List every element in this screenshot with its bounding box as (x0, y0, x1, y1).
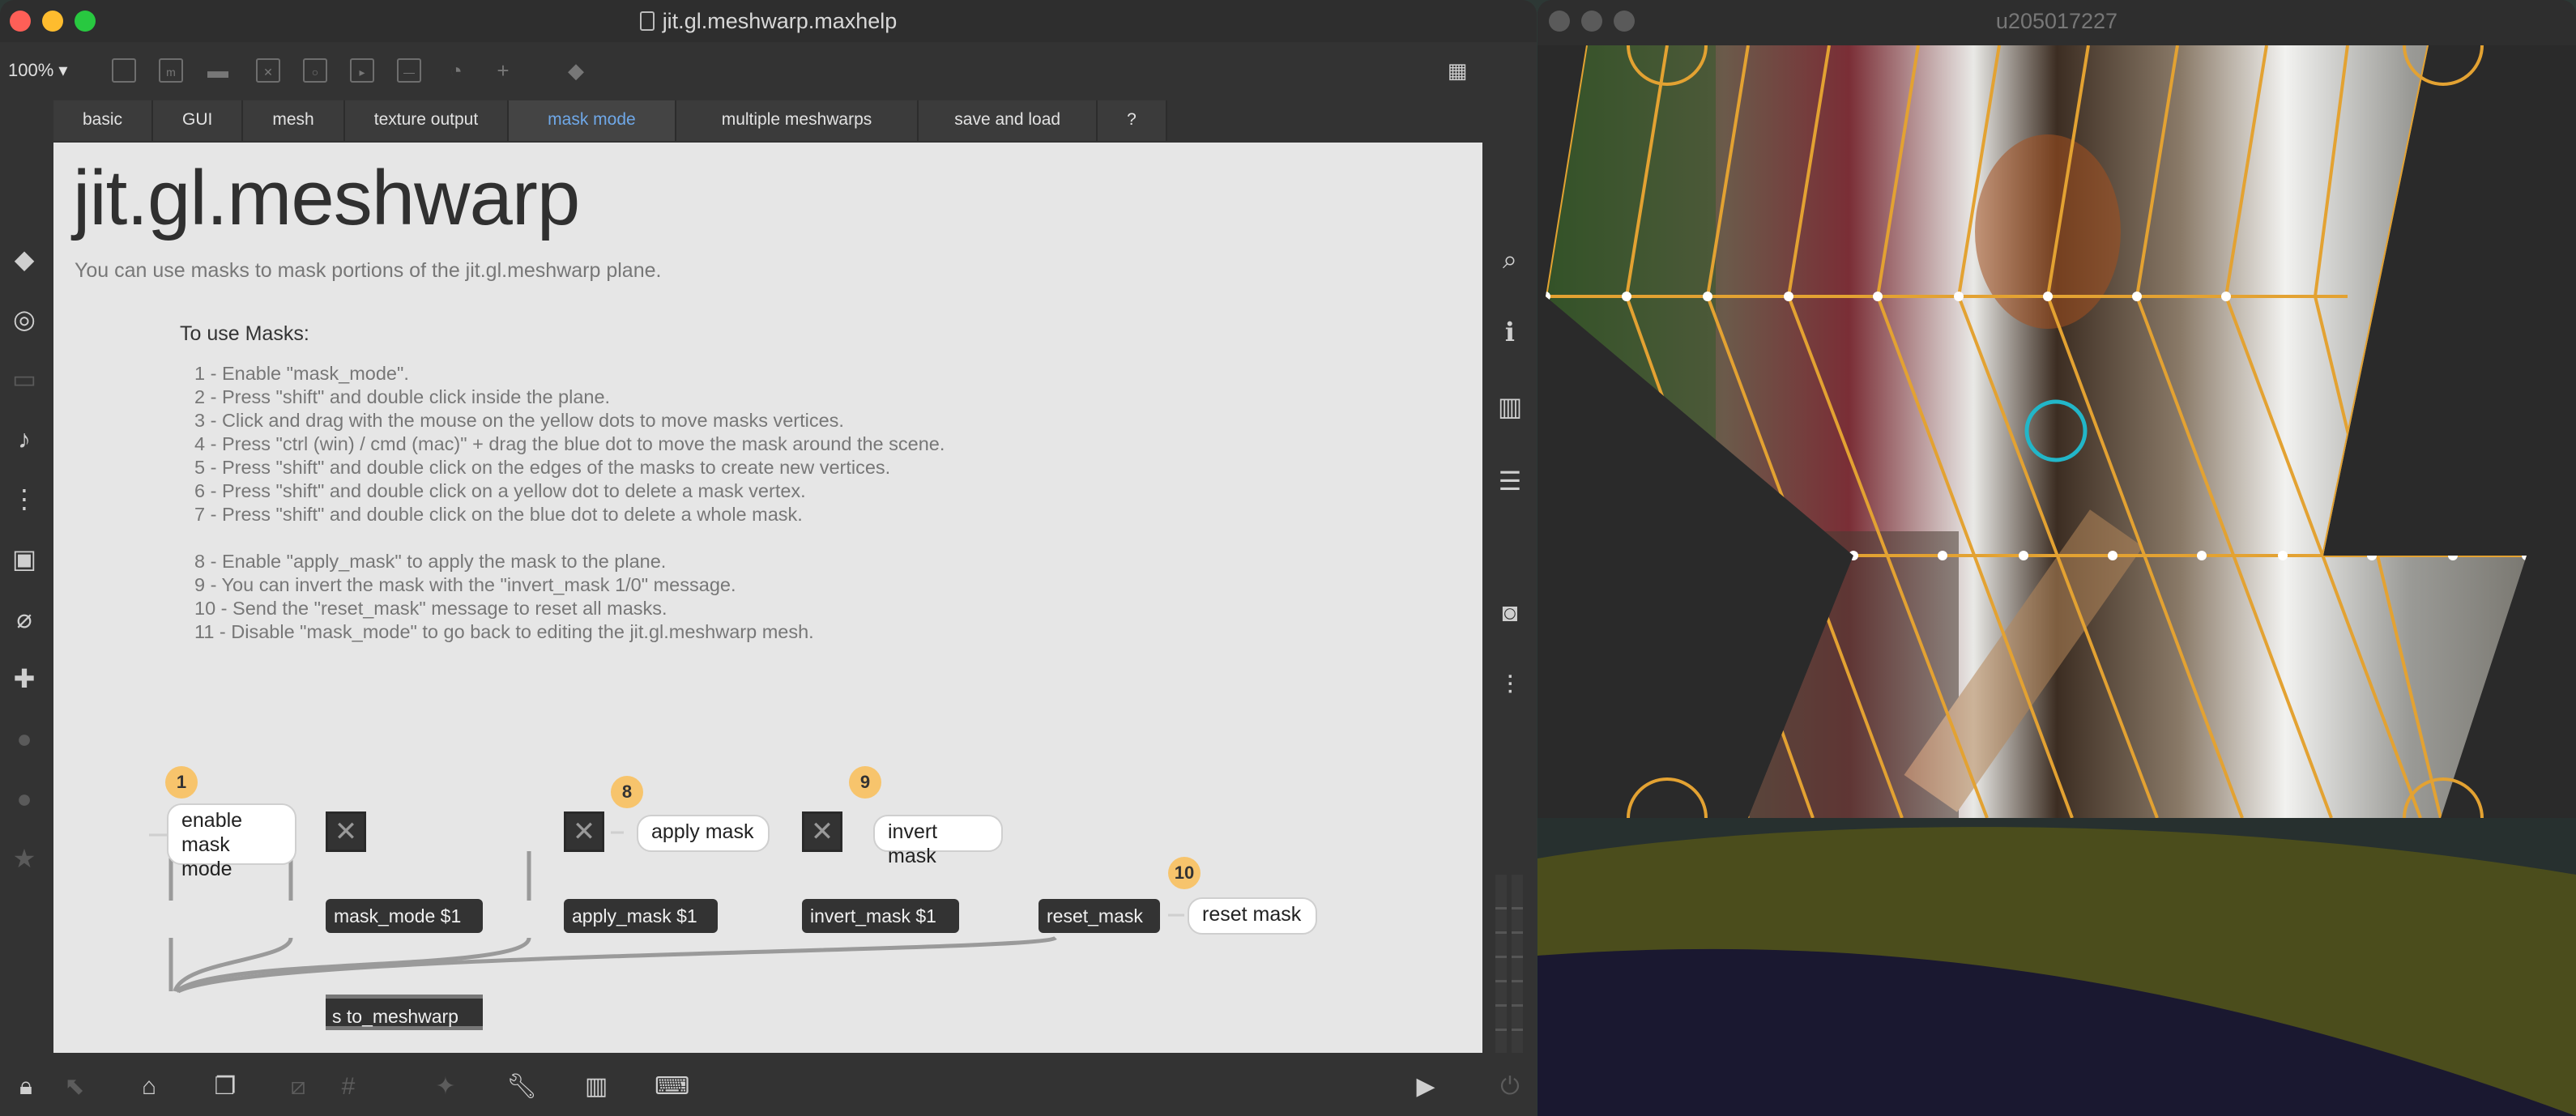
reference-icon[interactable]: ▥ (1494, 390, 1526, 423)
music-note-icon[interactable]: ♪ (8, 423, 41, 455)
level-meter (1495, 875, 1523, 1053)
vst-icon[interactable]: ● (8, 722, 41, 755)
jitter-render-window: u205017227 (1537, 0, 2576, 818)
new-object-icon[interactable] (112, 58, 136, 83)
number-box-icon[interactable]: ▸ (350, 58, 374, 83)
invert-mask-toggle[interactable]: ✕ (802, 811, 842, 852)
max-patcher-window: jit.gl.meshwarp.maxhelp 100% ▾ m ▬ ✕ ○ ▸… (0, 0, 1537, 1116)
lock-icon[interactable]: 🔒︎ (10, 1071, 42, 1103)
comment-line: enable (181, 809, 243, 832)
close-button[interactable] (1549, 11, 1570, 32)
tab-mesh[interactable]: mesh (243, 100, 345, 141)
mask-mode-toggle[interactable]: ✕ (326, 811, 366, 852)
edit-arrow-icon[interactable]: ⬉ (58, 1071, 91, 1103)
step-badge-9: 9 (849, 766, 881, 799)
grid-view-icon[interactable]: ▦ (1445, 58, 1469, 83)
paint-bucket-icon[interactable]: ◆ (564, 58, 588, 83)
dial-icon[interactable]: ◔ (444, 58, 468, 83)
window-titlebar: jit.gl.meshwarp.maxhelp (0, 0, 1537, 42)
window-title: jit.gl.meshwarp.maxhelp (662, 8, 898, 33)
zoom-dropdown[interactable]: 100% ▾ (8, 60, 67, 81)
toggle-object-icon[interactable]: ✕ (256, 58, 280, 83)
image-icon[interactable]: ▣ (8, 543, 41, 575)
render-window-titlebar: u205017227 (1537, 0, 2576, 42)
tab-multiple-meshwarps[interactable]: multiple meshwarps (676, 100, 919, 141)
help-tabs: basic GUI mesh texture output mask mode … (53, 100, 1167, 141)
step-badge-10: 10 (1168, 857, 1201, 889)
invert-mask-comment: invert mask (873, 815, 1003, 867)
presentation-icon[interactable]: ⌂ (133, 1071, 165, 1103)
tab-help[interactable]: ? (1098, 100, 1167, 141)
paperclip-icon[interactable]: ⌀ (8, 603, 41, 635)
keyboard-icon[interactable]: ▭ (8, 363, 41, 395)
snapshot-icon[interactable]: ◙ (1494, 596, 1526, 628)
maximize-button[interactable] (75, 11, 96, 32)
tab-mask-mode[interactable]: mask mode (509, 100, 676, 141)
mixer-icon[interactable]: ⫶ (1494, 669, 1526, 701)
list-icon[interactable]: ☰ (1494, 465, 1526, 497)
piano-icon[interactable]: ▥ (580, 1071, 612, 1103)
maximize-button[interactable] (1614, 11, 1635, 32)
sequencer-icon[interactable]: ⋮ (8, 483, 41, 515)
keyboard-shortcut-icon[interactable]: ⌨ (655, 1071, 689, 1103)
send-object[interactable]: s to_meshwarp (326, 995, 483, 1030)
meshwarp-render (1537, 45, 2576, 818)
info-circle-icon[interactable]: ● (8, 782, 41, 815)
play-audio-icon[interactable]: ▶ (1410, 1071, 1442, 1103)
add-object-icon[interactable]: + (491, 58, 515, 83)
power-icon[interactable]: ⏻ (1494, 1071, 1526, 1103)
close-button[interactable] (10, 11, 31, 32)
comment-line: mask mode (181, 833, 232, 880)
tab-basic[interactable]: basic (53, 100, 154, 141)
step-badge-1: 1 (165, 766, 198, 799)
step-badge-8: 8 (611, 776, 643, 808)
reset-mask-message[interactable]: reset_mask (1039, 899, 1160, 933)
hide-cords-icon[interactable]: ⧄ (282, 1071, 314, 1103)
wrench-icon[interactable]: 🔧︎ (505, 1071, 538, 1103)
info-icon[interactable]: ℹ (1494, 316, 1526, 348)
packages-icon[interactable]: ◆ (8, 243, 41, 275)
zoom-value: 100% (8, 60, 54, 80)
minimize-button[interactable] (1581, 11, 1602, 32)
patcher-toolbar: 100% ▾ m ▬ ✕ ○ ▸ — ◔ + ◆ ▦ (0, 45, 1537, 97)
grid-icon[interactable]: # (332, 1071, 365, 1103)
comment-icon[interactable]: ▬ (206, 58, 230, 83)
minimize-button[interactable] (42, 11, 63, 32)
patcher-canvas[interactable]: jit.gl.meshwarp You can use masks to mas… (53, 143, 1482, 1053)
render-window-title: u205017227 (1995, 8, 2118, 33)
slider-icon[interactable]: — (397, 58, 421, 83)
document-icon (639, 11, 655, 31)
render-canvas[interactable] (1537, 45, 2576, 818)
magic-wand-icon[interactable]: ✦ (429, 1071, 462, 1103)
star-icon[interactable]: ★ (8, 842, 41, 875)
reset-mask-comment: reset mask (1188, 897, 1317, 935)
apply-mask-toggle[interactable]: ✕ (564, 811, 604, 852)
apply-mask-comment: apply mask (637, 815, 770, 852)
tab-gui[interactable]: GUI (153, 100, 244, 141)
new-view-icon[interactable]: ❐ (209, 1071, 241, 1103)
button-object-icon[interactable]: ○ (303, 58, 327, 83)
mask-mode-message[interactable]: mask_mode $1 (326, 899, 483, 933)
apply-mask-message[interactable]: apply_mask $1 (564, 899, 718, 933)
invert-mask-message[interactable]: invert_mask $1 (802, 899, 959, 933)
message-box-icon[interactable]: m (159, 58, 183, 83)
tab-texture-output[interactable]: texture output (344, 100, 510, 141)
bottom-toolbar: 🔒︎ ⬉ ⌂ ❐ ⧄ # ✦ 🔧︎ ▥ ⌨ ▶ ⏻ (0, 1058, 1537, 1116)
search-icon[interactable]: ⌕ (1494, 243, 1526, 275)
enable-mask-mode-comment: enable mask mode (167, 803, 296, 880)
tab-save-and-load[interactable]: save and load (919, 100, 1098, 141)
target-icon[interactable]: ◎ (8, 303, 41, 335)
plugin-icon[interactable]: ✚ (8, 662, 41, 695)
